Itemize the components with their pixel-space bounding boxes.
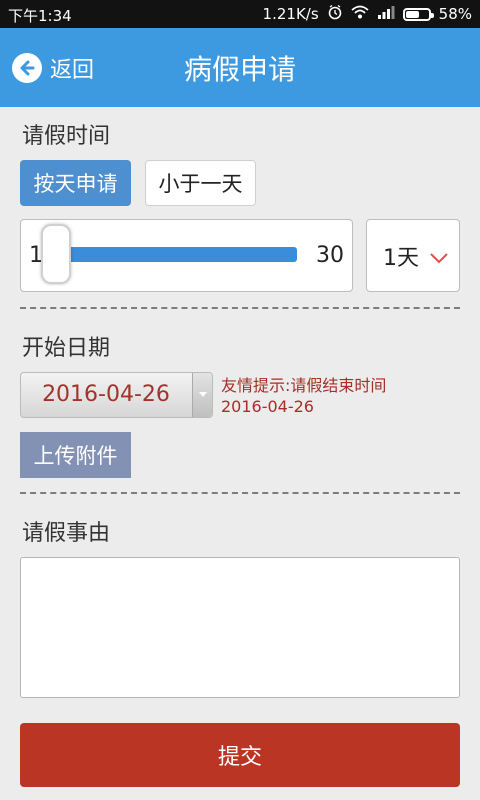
alarm-icon [327,4,343,24]
signal-icon [377,5,395,23]
leave-time-label: 请假时间 [22,124,111,149]
net-speed: 1.21K/s [262,5,319,23]
reason-textarea[interactable] [20,557,460,698]
days-select-value: 1天 [383,245,419,271]
title-bar: 返回 病假申请 [0,28,480,107]
status-icons: 1.21K/s 58% [263,4,472,24]
divider [20,307,460,309]
status-time: 下午1:34 [8,7,72,25]
days-slider: 1 30 [20,219,353,292]
wifi-icon [351,5,369,23]
chevron-down-icon [429,249,449,268]
end-date-hint: 友情提示:请假结束时间 2016-04-26 [221,376,387,416]
tab-less-than-day[interactable]: 小于一天 [145,160,256,206]
battery-percent: 58% [438,5,472,23]
dropdown-arrow-icon [192,373,212,417]
slider-max-label: 30 [316,243,344,268]
battery-icon [402,7,434,21]
slider-track[interactable] [57,247,297,262]
start-date-value: 2016-04-26 [42,382,170,407]
tab-by-day[interactable]: 按天申请 [20,160,131,206]
page-title: 病假申请 [183,53,296,86]
slider-thumb[interactable] [41,224,71,284]
status-bar: 下午1:34 1.21K/s 58% [0,0,480,28]
submit-button[interactable]: 提交 [20,723,460,787]
divider [20,492,460,494]
upload-attachment-button[interactable]: 上传附件 [20,432,131,478]
days-select[interactable]: 1天 [366,219,460,292]
start-date-label: 开始日期 [22,336,111,361]
start-date-picker[interactable]: 2016-04-26 [20,372,213,418]
reason-label: 请假事由 [22,521,111,546]
battery-level [405,10,419,18]
